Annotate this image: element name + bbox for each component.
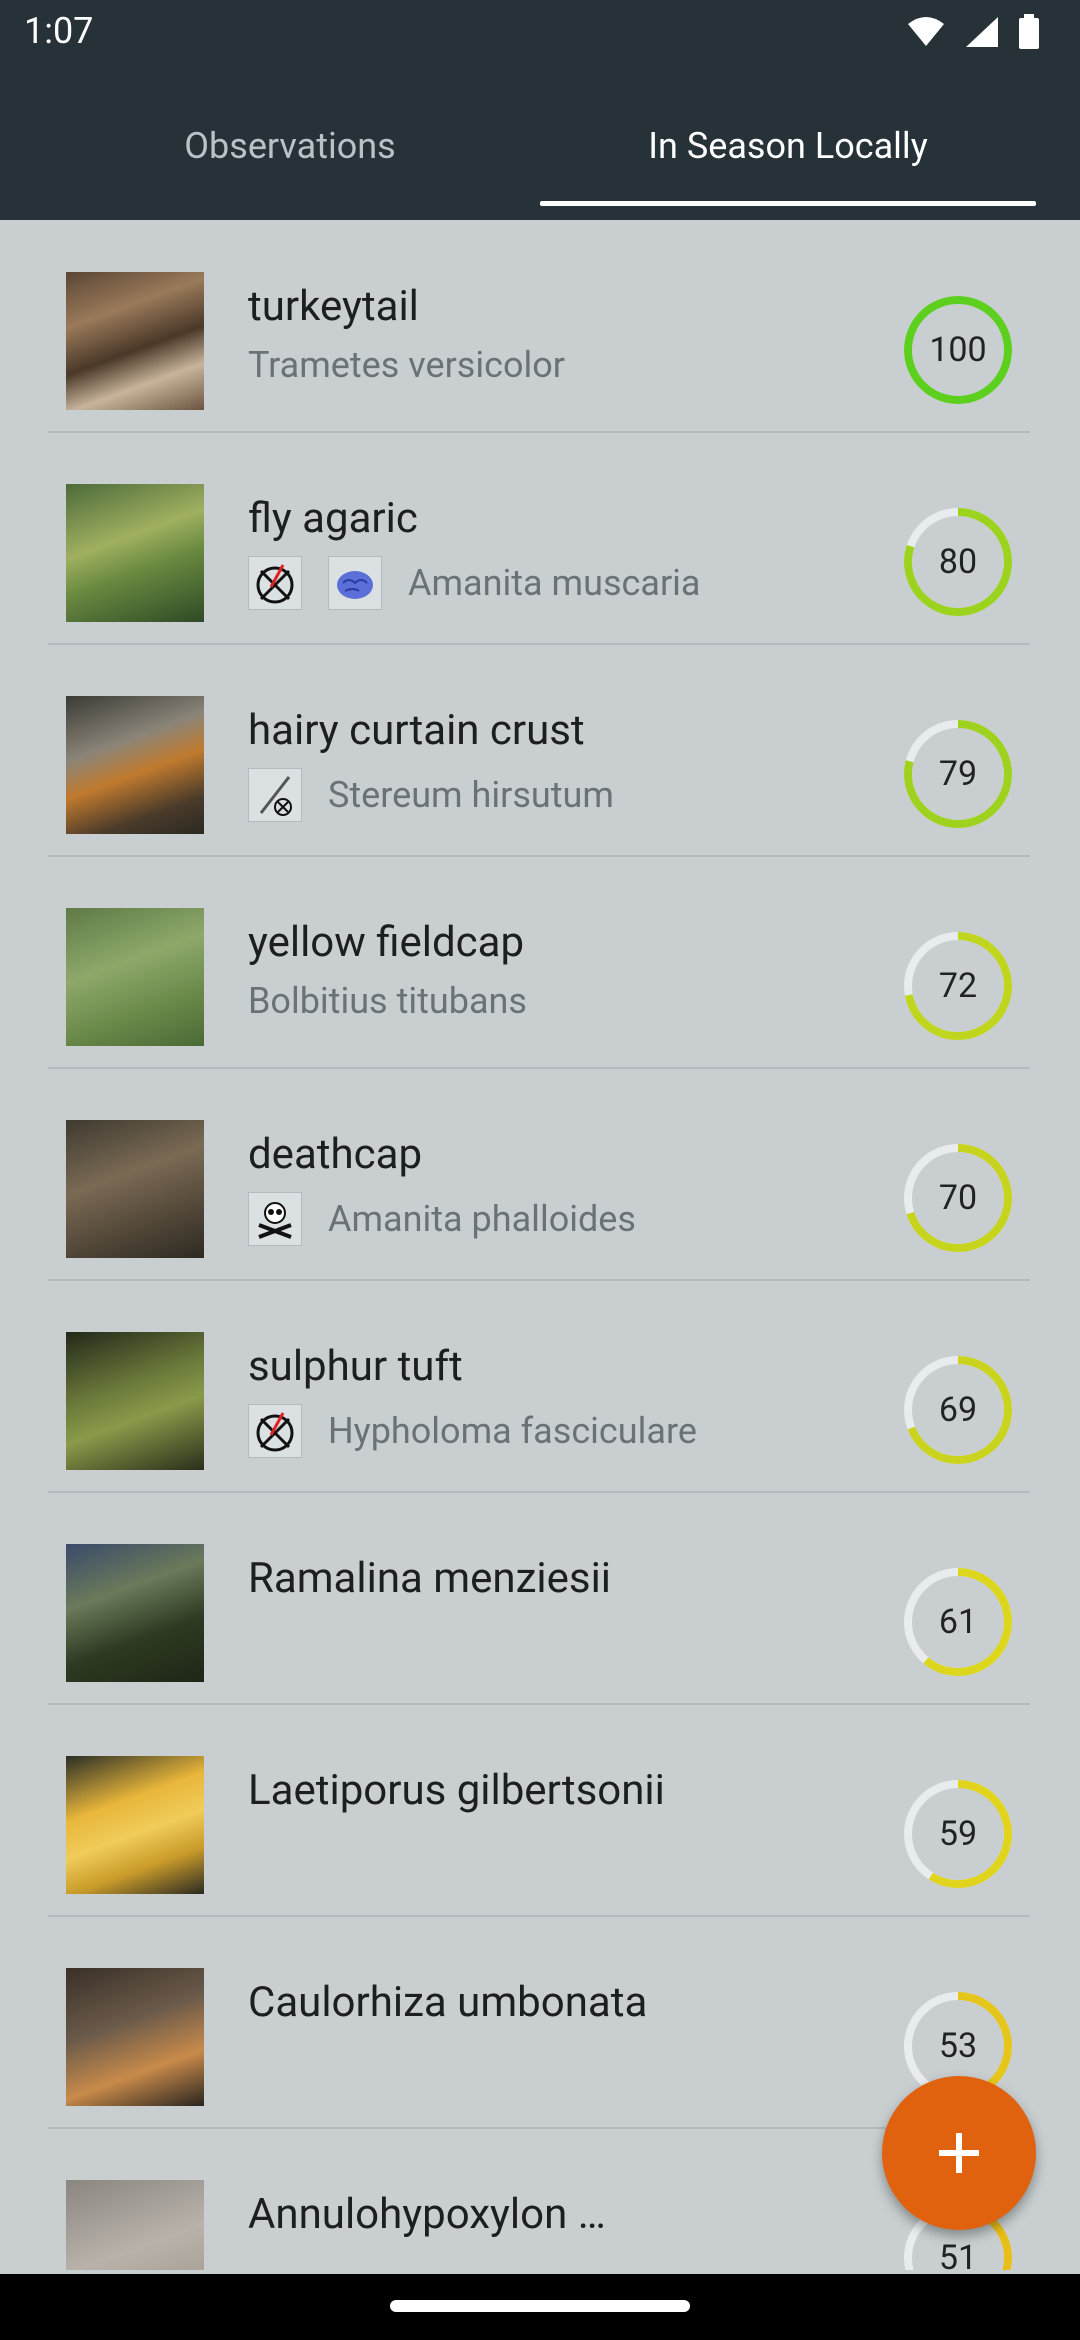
home-gesture-handle[interactable] bbox=[390, 2300, 690, 2312]
tab-observations[interactable]: Observations bbox=[40, 72, 540, 220]
status-icons bbox=[906, 14, 1040, 50]
season-score-value: 59 bbox=[938, 1814, 978, 1854]
species-thumbnail bbox=[66, 1120, 204, 1258]
species-latin-name: Trametes versicolor bbox=[248, 344, 565, 386]
tab-in-season-locally[interactable]: In Season Locally bbox=[540, 72, 1036, 220]
wifi-icon bbox=[908, 17, 944, 46]
system-nav-bar bbox=[0, 2274, 1080, 2340]
species-subtitle: Trametes versicolor bbox=[248, 344, 565, 386]
battery-icon bbox=[1019, 14, 1039, 49]
season-score-ring: 100 bbox=[902, 294, 1014, 406]
species-thumbnail bbox=[66, 1968, 204, 2106]
species-thumbnail bbox=[66, 1756, 204, 1894]
species-thumbnail bbox=[66, 1544, 204, 1682]
species-thumbnail bbox=[66, 908, 204, 1046]
list-item[interactable]: sulphur tuft Hypholoma fasciculare 69 bbox=[48, 1280, 1030, 1493]
tab-observations-label: Observations bbox=[184, 125, 396, 167]
species-latin-name: Bolbitius titubans bbox=[248, 980, 527, 1022]
species-subtitle: Bolbitius titubans bbox=[248, 980, 527, 1022]
species-common-name: Annulohypoxylon … bbox=[248, 2190, 606, 2239]
season-score-ring: 59 bbox=[902, 1778, 1014, 1890]
season-score-value: 69 bbox=[938, 1390, 978, 1430]
list-item[interactable]: turkeytail Trametes versicolor 100 bbox=[48, 220, 1030, 433]
species-subtitle: Hypholoma fasciculare bbox=[248, 1404, 697, 1458]
species-thumbnail bbox=[66, 2180, 204, 2270]
season-score-ring: 80 bbox=[902, 506, 1014, 618]
season-score-value: 61 bbox=[938, 1602, 978, 1642]
signal-icon bbox=[966, 17, 998, 47]
list-item[interactable]: hairy curtain crust Stereum hirsutum 79 bbox=[48, 644, 1030, 857]
not-edible-icon bbox=[248, 556, 302, 610]
list-item[interactable]: yellow fieldcap Bolbitius titubans 72 bbox=[48, 856, 1030, 1069]
psychoactive-brain-icon bbox=[328, 556, 382, 610]
species-common-name: Ramalina menziesii bbox=[248, 1554, 612, 1603]
species-common-name: deathcap bbox=[248, 1130, 423, 1179]
season-score-ring: 72 bbox=[902, 930, 1014, 1042]
species-thumbnail bbox=[66, 696, 204, 834]
season-score-value: 72 bbox=[938, 966, 978, 1006]
poison-skull-icon bbox=[248, 1192, 302, 1246]
species-common-name: fly agaric bbox=[248, 494, 418, 543]
tab-active-indicator bbox=[540, 201, 1036, 206]
tab-in-season-locally-label: In Season Locally bbox=[648, 125, 928, 167]
season-score-value: 79 bbox=[938, 754, 978, 794]
species-common-name: Laetiporus gilbertsonii bbox=[248, 1766, 665, 1815]
species-thumbnail bbox=[66, 272, 204, 410]
status-time: 1:07 bbox=[24, 10, 94, 52]
species-common-name: yellow fieldcap bbox=[248, 918, 525, 967]
status-bar: 1:07 bbox=[0, 0, 1080, 72]
plus-icon bbox=[939, 2133, 979, 2173]
species-subtitle: Amanita muscaria bbox=[248, 556, 701, 610]
add-button[interactable] bbox=[882, 2076, 1036, 2230]
list-item[interactable]: Laetiporus gilbertsonii 59 bbox=[48, 1704, 1030, 1917]
list-item[interactable]: deathcap Amanita phalloides 70 bbox=[48, 1068, 1030, 1281]
species-latin-name: Amanita phalloides bbox=[328, 1198, 636, 1240]
season-score-ring: 69 bbox=[902, 1354, 1014, 1466]
species-common-name: hairy curtain crust bbox=[248, 706, 585, 755]
season-score-value: 70 bbox=[938, 1178, 978, 1218]
list-item[interactable]: Caulorhiza umbonata 53 bbox=[48, 1916, 1030, 2129]
species-latin-name: Hypholoma fasciculare bbox=[328, 1410, 697, 1452]
species-latin-name: Amanita muscaria bbox=[408, 562, 701, 604]
species-subtitle: Stereum hirsutum bbox=[248, 768, 614, 822]
season-score-ring: 79 bbox=[902, 718, 1014, 830]
species-subtitle: Amanita phalloides bbox=[248, 1192, 636, 1246]
species-common-name: Caulorhiza umbonata bbox=[248, 1978, 648, 2027]
season-score-value: 80 bbox=[938, 542, 978, 582]
season-score-ring: 61 bbox=[902, 1566, 1014, 1678]
list-item[interactable]: Ramalina menziesii 61 bbox=[48, 1492, 1030, 1705]
species-list[interactable]: turkeytail Trametes versicolor 100 fly agar… bbox=[0, 220, 1080, 2270]
season-score-value: 100 bbox=[929, 330, 987, 370]
inedible-small-icon bbox=[248, 768, 302, 822]
species-common-name: turkeytail bbox=[248, 282, 419, 331]
species-thumbnail bbox=[66, 484, 204, 622]
not-edible-icon bbox=[248, 1404, 302, 1458]
species-common-name: sulphur tuft bbox=[248, 1342, 463, 1391]
species-latin-name: Stereum hirsutum bbox=[328, 774, 614, 816]
list-item[interactable]: fly agaric Amanita muscaria 80 bbox=[48, 432, 1030, 645]
tab-bar: Observations In Season Locally bbox=[0, 72, 1080, 220]
season-score-ring: 70 bbox=[902, 1142, 1014, 1254]
species-thumbnail bbox=[66, 1332, 204, 1470]
